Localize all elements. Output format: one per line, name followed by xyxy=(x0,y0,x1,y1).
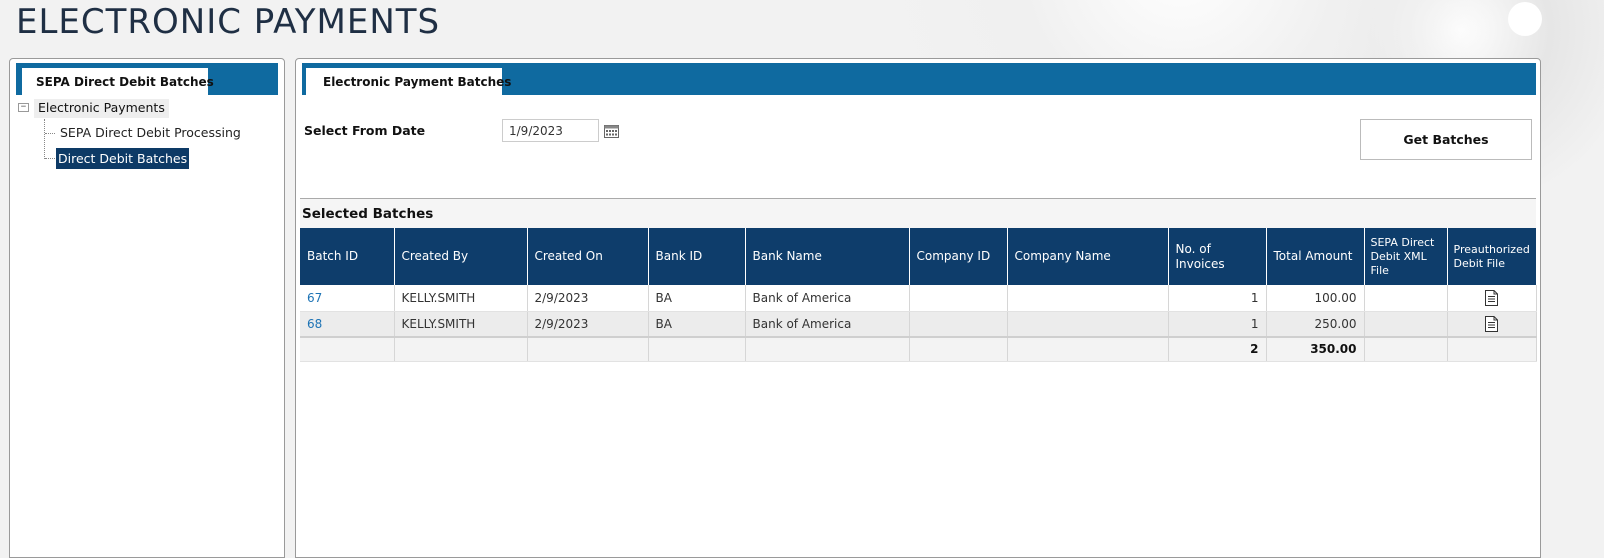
tree-node-direct-debit-batches[interactable]: Direct Debit Batches xyxy=(56,148,190,169)
header-decoration xyxy=(1508,2,1542,36)
column-header-company-name[interactable]: Company Name xyxy=(1007,228,1169,285)
column-header-bank-name[interactable]: Bank Name xyxy=(745,228,910,285)
company-name-cell xyxy=(1007,311,1169,338)
created-by-cell: KELLY.SMITH xyxy=(394,311,528,338)
column-header-no-of-invoices[interactable]: No. of Invoices xyxy=(1168,228,1267,285)
batch-id-link[interactable]: 68 xyxy=(307,317,322,331)
invoices-cell: 1 xyxy=(1168,285,1267,312)
amount-total: 350.00 xyxy=(1266,336,1365,362)
sepa-file-cell xyxy=(1364,285,1448,312)
batch-id-cell[interactable]: 68 xyxy=(300,311,395,338)
tree-node-sepa-direct-debit-processing[interactable]: SEPA Direct Debit Processing xyxy=(58,124,243,141)
batch-id-link[interactable]: 67 xyxy=(307,291,322,305)
created-on-cell: 2/9/2023 xyxy=(527,311,649,338)
created-by-cell: KELLY.SMITH xyxy=(394,285,528,312)
select-from-date-label: Select From Date xyxy=(304,123,426,138)
invoices-cell: 1 xyxy=(1168,311,1267,338)
table-header-row: Batch ID Created By Created On Bank ID B… xyxy=(300,228,1537,285)
column-header-preauthorized-debit-file[interactable]: Preauthorized Debit File xyxy=(1447,228,1537,285)
selected-batches-title: Selected Batches xyxy=(300,199,1536,228)
right-panel: Electronic Payment Batches Select From D… xyxy=(295,58,1541,558)
company-name-cell xyxy=(1007,285,1169,312)
column-header-total-amount[interactable]: Total Amount xyxy=(1266,228,1365,285)
tree-connector xyxy=(44,119,45,159)
table-row: 68 KELLY.SMITH 2/9/2023 BA Bank of Ameri… xyxy=(300,311,1537,338)
document-icon[interactable] xyxy=(1484,315,1499,332)
company-id-cell xyxy=(909,311,1008,338)
left-panel: SEPA Direct Debit Batches − Electronic P… xyxy=(9,58,285,558)
bank-name-cell: Bank of America xyxy=(745,311,910,338)
document-icon[interactable] xyxy=(1484,289,1499,306)
bank-id-cell: BA xyxy=(648,285,746,312)
bank-id-cell: BA xyxy=(648,311,746,338)
get-batches-button[interactable]: Get Batches xyxy=(1360,119,1532,160)
tree-connector xyxy=(45,158,55,159)
pad-file-cell xyxy=(1447,285,1537,312)
pad-file-cell xyxy=(1447,311,1537,338)
page-title: ELECTRONIC PAYMENTS xyxy=(16,2,441,42)
table-footer-row: 2 350.00 xyxy=(300,336,1537,362)
sepa-file-cell xyxy=(1364,311,1448,338)
company-id-cell xyxy=(909,285,1008,312)
total-amount-cell: 250.00 xyxy=(1266,311,1365,338)
calendar-icon[interactable] xyxy=(604,124,619,138)
column-header-batch-id[interactable]: Batch ID xyxy=(300,228,395,285)
right-tab-bar: Electronic Payment Batches xyxy=(302,63,1536,95)
invoices-total: 2 xyxy=(1168,336,1267,362)
tree-collapse-icon[interactable]: − xyxy=(18,103,29,112)
tree-node-electronic-payments[interactable]: Electronic Payments xyxy=(34,99,169,118)
batches-table: Batch ID Created By Created On Bank ID B… xyxy=(300,228,1537,362)
table-row: 67 KELLY.SMITH 2/9/2023 BA Bank of Ameri… xyxy=(300,285,1537,312)
created-on-cell: 2/9/2023 xyxy=(527,285,649,312)
tab-electronic-payment-batches[interactable]: Electronic Payment Batches xyxy=(306,68,511,95)
bank-name-cell: Bank of America xyxy=(745,285,910,312)
left-tab-bar: SEPA Direct Debit Batches xyxy=(16,63,278,95)
batch-id-cell[interactable]: 67 xyxy=(300,285,395,312)
tab-sepa-direct-debit-batches[interactable]: SEPA Direct Debit Batches xyxy=(22,68,214,95)
column-header-sepa-xml-file[interactable]: SEPA Direct Debit XML File xyxy=(1364,228,1448,285)
column-header-created-by[interactable]: Created By xyxy=(394,228,528,285)
total-amount-cell: 100.00 xyxy=(1266,285,1365,312)
column-header-bank-id[interactable]: Bank ID xyxy=(648,228,746,285)
from-date-input[interactable] xyxy=(502,119,599,142)
column-header-created-on[interactable]: Created On xyxy=(527,228,649,285)
column-header-company-id[interactable]: Company ID xyxy=(909,228,1008,285)
tree-connector xyxy=(45,133,55,134)
